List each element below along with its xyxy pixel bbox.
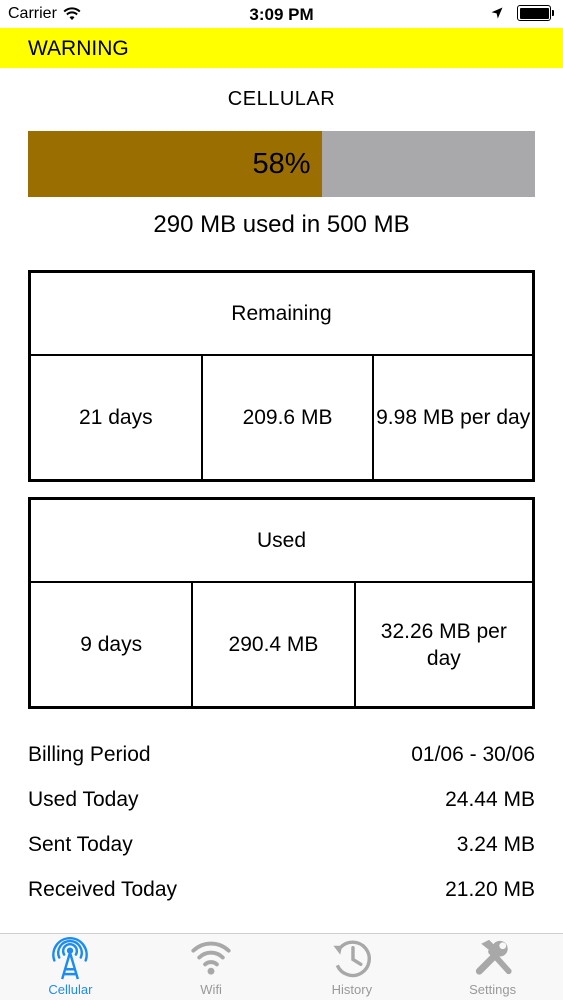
used-days: 9 days bbox=[80, 633, 143, 656]
warning-label: WARNING bbox=[28, 37, 129, 60]
remaining-days: 21 days bbox=[79, 406, 153, 429]
tab-bar: Cellular Wifi History Settings bbox=[0, 933, 563, 1000]
tools-icon bbox=[475, 939, 512, 975]
used-row: 9 days 290.4 MB 32.26 MB per day bbox=[31, 583, 532, 706]
tab-wifi[interactable]: Wifi bbox=[141, 934, 282, 1000]
tab-history[interactable]: History bbox=[282, 934, 423, 1000]
remaining-rate: 9.98 MB per day bbox=[372, 356, 532, 479]
stat-label: Billing Period bbox=[28, 743, 151, 766]
usage-summary: 290 MB used in 500 MB bbox=[153, 211, 410, 238]
usage-progress-label: 58% bbox=[252, 148, 311, 180]
used-title: Used bbox=[31, 500, 532, 583]
remaining-title: Remaining bbox=[31, 273, 532, 356]
history-clock-icon bbox=[333, 940, 371, 978]
remaining-box: Remaining 21 days 209.6 MB 9.98 MB per d… bbox=[28, 270, 535, 482]
wifi-icon bbox=[191, 941, 231, 975]
location-arrow-icon bbox=[491, 7, 503, 19]
tab-label-wifi: Wifi bbox=[200, 982, 222, 997]
tab-label-history: History bbox=[331, 982, 373, 997]
stat-row-received-today: Received Today 21.20 MB bbox=[28, 875, 535, 905]
used-data: 290.4 MB bbox=[191, 583, 353, 706]
stat-label: Used Today bbox=[28, 788, 139, 811]
stat-label: Sent Today bbox=[28, 833, 133, 856]
stat-row-billing-period: Billing Period 01/06 - 30/06 bbox=[28, 740, 535, 770]
remaining-row: 21 days 209.6 MB 9.98 MB per day bbox=[31, 356, 532, 479]
antenna-icon bbox=[52, 937, 89, 980]
stat-value: 01/06 - 30/06 bbox=[411, 743, 535, 766]
usage-progress-bar: 58% bbox=[28, 131, 535, 197]
used-rate: 32.26 MB per day bbox=[353, 583, 532, 706]
stat-value: 3.24 MB bbox=[456, 833, 535, 856]
section-title: CELLULAR bbox=[227, 88, 336, 110]
stat-value: 24.44 MB bbox=[445, 788, 535, 811]
status-time: 3:09 PM bbox=[249, 5, 314, 24]
warning-banner: WARNING bbox=[0, 28, 563, 68]
used-box: Used 9 days 290.4 MB 32.26 MB per day bbox=[28, 497, 535, 709]
tab-cellular[interactable]: Cellular bbox=[0, 934, 141, 1000]
battery-icon bbox=[517, 5, 554, 21]
stat-label: Received Today bbox=[28, 878, 178, 901]
tab-label-cellular: Cellular bbox=[48, 982, 93, 997]
stat-value: 21.20 MB bbox=[445, 878, 535, 901]
status-right bbox=[491, 5, 554, 21]
remaining-data: 209.6 MB bbox=[200, 356, 373, 479]
stat-row-sent-today: Sent Today 3.24 MB bbox=[28, 830, 535, 860]
stat-row-used-today: Used Today 24.44 MB bbox=[28, 785, 535, 815]
tab-label-settings: Settings bbox=[469, 982, 517, 997]
tab-settings[interactable]: Settings bbox=[422, 934, 563, 1000]
status-bar: Carrier 3:09 PM bbox=[0, 0, 563, 28]
